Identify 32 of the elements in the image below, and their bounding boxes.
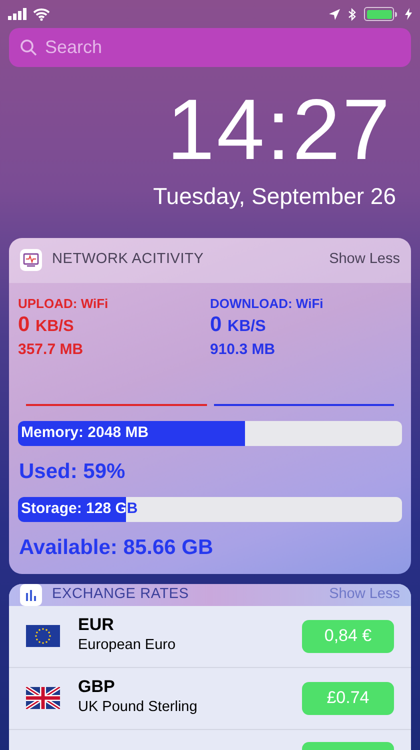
- traffic-label: UPLOAD: WiFi: [18, 294, 110, 312]
- show-less-button[interactable]: Show Less: [329, 249, 400, 271]
- flag-icon: [26, 625, 60, 647]
- clock-date: Tuesday, September 26: [153, 182, 396, 211]
- storage-available-reading: Available: 85.66 GB: [19, 535, 214, 561]
- show-less-button[interactable]: Show Less: [329, 584, 400, 606]
- traffic-rate: 0 KB/S: [18, 313, 75, 338]
- chart-app-icon: [20, 584, 42, 606]
- currency-name: UK Pound Sterling: [78, 698, 198, 718]
- clock-time: 14:27: [166, 87, 392, 173]
- rate-button[interactable]: £0.74: [302, 682, 394, 714]
- bluetooth-icon: [348, 8, 356, 20]
- signal-icon: [8, 8, 28, 20]
- battery-icon: [364, 7, 397, 21]
- widget-title: NETWORK ACITIVITY: [52, 250, 205, 270]
- traffic-rate: 0 KB/S: [210, 313, 267, 338]
- search-field[interactable]: Search: [9, 28, 411, 67]
- memory-used-reading: Used: 59%: [19, 458, 126, 484]
- location-arrow-icon: [329, 8, 340, 20]
- widget-title: EXCHANGE RATES: [52, 584, 190, 604]
- currency-code: GBP: [78, 677, 116, 698]
- charging-bolt-icon: [405, 8, 412, 20]
- currency-name: European Euro: [78, 636, 177, 656]
- currency-code: EUR: [78, 615, 115, 636]
- traffic-label: DOWNLOAD: WiFi: [210, 294, 324, 312]
- traffic-total: 910.3 MB: [210, 340, 276, 360]
- monitor-app-icon: [20, 249, 42, 271]
- traffic-total: 357.7 MB: [18, 340, 84, 360]
- wifi-icon: [33, 8, 50, 20]
- flag-icon: [26, 687, 60, 709]
- rate-button[interactable]: 0,84 €: [302, 620, 394, 652]
- search-icon: [20, 39, 37, 56]
